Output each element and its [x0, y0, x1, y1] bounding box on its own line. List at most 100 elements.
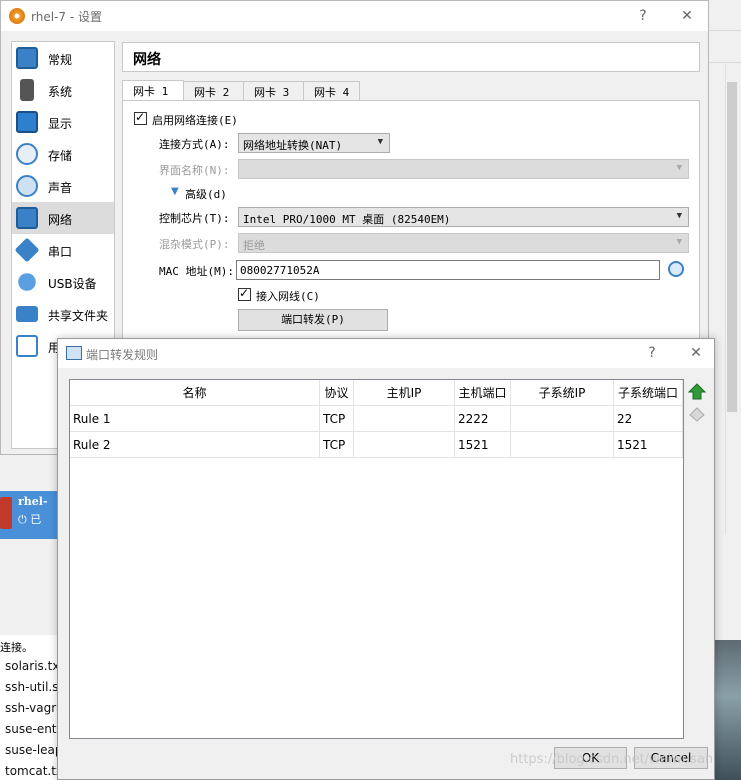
help-button[interactable]: ?	[633, 6, 653, 26]
chevron-down-icon: ▼	[377, 137, 383, 147]
settings-titlebar[interactable]: rhel-7 - 设置 ? ✕	[1, 1, 708, 31]
port-forwarding-button[interactable]: 端口转发(P)	[238, 309, 388, 331]
category-network[interactable]: 网络	[12, 202, 114, 234]
enable-adapter-label: 启用网络连接(E)	[152, 114, 238, 127]
category-label: 声音	[48, 181, 73, 195]
port-forwarding-titlebar[interactable]: 端口转发规则 ? ✕	[58, 339, 714, 368]
category-label: 显示	[48, 117, 73, 131]
cell-name[interactable]: Rule 1	[70, 406, 320, 432]
close-button[interactable]: ✕	[677, 6, 697, 26]
column-header-host-port[interactable]: 主机端口	[455, 380, 511, 406]
category-label: 常规	[48, 53, 73, 67]
cell-protocol[interactable]: TCP	[320, 406, 354, 432]
category-usb[interactable]: USB设备	[12, 266, 114, 298]
help-button[interactable]: ?	[642, 343, 662, 363]
file-item[interactable]: tomcat.tx	[5, 764, 63, 778]
attached-to-select[interactable]: 网络地址转换(NAT) ▼	[238, 133, 390, 153]
audio-icon	[16, 175, 38, 197]
vm-os-icon	[0, 497, 12, 529]
tab-adapter-2[interactable]: 网卡 2	[183, 81, 244, 101]
column-header-guest-port[interactable]: 子系统端口	[614, 380, 683, 406]
cell-guest-port[interactable]: 22	[614, 406, 683, 432]
category-label: 网络	[48, 213, 73, 227]
cell-guest-ip[interactable]	[511, 432, 614, 458]
virtualbox-app-icon	[9, 8, 25, 24]
cell-host-port[interactable]: 2222	[455, 406, 511, 432]
cable-connected-label: 接入网线(C)	[256, 290, 320, 303]
mac-address-input[interactable]: 08002771052A	[236, 260, 660, 280]
file-list: 连接。 solaris.tx ssh-util.sl ssh-vagra sus…	[0, 635, 64, 780]
category-shared-folders[interactable]: 共享文件夹	[12, 298, 114, 330]
expand-triangle-icon[interactable]: ▼	[171, 186, 179, 197]
cell-guest-port[interactable]: 1521	[614, 432, 683, 458]
file-item[interactable]: suse-leap	[5, 743, 63, 757]
cell-host-ip[interactable]	[354, 432, 455, 458]
remove-rule-icon[interactable]	[688, 405, 706, 423]
port-forwarding-dialog: 端口转发规则 ? ✕ 名称 协议 主机IP 主机端口 子系统IP 子系统端口 R…	[57, 338, 715, 780]
category-display[interactable]: 显示	[12, 106, 114, 138]
file-item[interactable]: solaris.tx	[5, 659, 59, 673]
enable-adapter-checkbox[interactable]	[134, 110, 147, 125]
chevron-down-icon: ▼	[676, 163, 682, 173]
port-forwarding-icon	[66, 346, 82, 360]
port-forwarding-title: 端口转发规则	[86, 348, 159, 362]
status-text: 连接。	[0, 641, 33, 654]
tab-adapter-1[interactable]: 网卡 1	[122, 80, 184, 101]
interface-name-select[interactable]: ▼	[238, 159, 689, 179]
watermark-text: https://blog.csdn.net/weiwusan	[510, 752, 714, 767]
storage-icon	[16, 143, 38, 165]
tab-adapter-4[interactable]: 网卡 4	[303, 81, 360, 101]
category-serial-port[interactable]: 串口	[12, 234, 114, 266]
shared-folder-icon	[16, 306, 38, 322]
add-rule-icon[interactable]	[688, 383, 706, 401]
cell-guest-ip[interactable]	[511, 406, 614, 432]
power-icon: ⏻	[18, 513, 27, 526]
cell-protocol[interactable]: TCP	[320, 432, 354, 458]
refresh-mac-icon[interactable]	[668, 261, 684, 277]
network-icon	[16, 207, 38, 229]
interface-name-label: 界面名称(N):	[159, 164, 230, 177]
file-item[interactable]: ssh-vagra	[5, 701, 63, 715]
cable-connected-checkbox[interactable]	[238, 286, 251, 301]
close-button[interactable]: ✕	[686, 343, 706, 363]
file-item[interactable]: ssh-util.sl	[5, 680, 62, 694]
file-item[interactable]: suse-ente	[5, 722, 64, 736]
category-system[interactable]: 系统	[12, 74, 114, 106]
adapter-type-select[interactable]: Intel PRO/1000 MT 桌面 (82540EM) ▼	[238, 207, 689, 227]
vm-name: rhel-	[18, 495, 48, 508]
category-label: 共享文件夹	[48, 309, 109, 323]
tab-adapter-3[interactable]: 网卡 3	[243, 81, 304, 101]
category-label: 串口	[48, 245, 73, 259]
advanced-toggle[interactable]: 高级(d)	[185, 186, 227, 202]
category-general[interactable]: 常规	[12, 42, 114, 74]
category-storage[interactable]: 存储	[12, 138, 114, 170]
general-icon	[16, 47, 38, 69]
column-header-protocol[interactable]: 协议	[320, 380, 354, 406]
cell-host-port[interactable]: 1521	[455, 432, 511, 458]
category-audio[interactable]: 声音	[12, 170, 114, 202]
page-title-box: 网络	[122, 42, 700, 72]
attached-to-label: 连接方式(A):	[159, 138, 230, 151]
promiscuous-mode-select[interactable]: 拒绝 ▼	[238, 233, 689, 253]
system-icon	[20, 79, 34, 101]
vm-list-item[interactable]: rhel- ⏻ 已	[0, 491, 60, 539]
category-label: USB设备	[48, 277, 97, 291]
column-header-name[interactable]: 名称	[70, 380, 320, 406]
page-title: 网络	[133, 52, 161, 68]
display-icon	[16, 111, 38, 133]
column-header-host-ip[interactable]: 主机IP	[354, 380, 455, 406]
settings-window-title: rhel-7 - 设置	[31, 10, 102, 24]
adapter-type-label: 控制芯片(T):	[159, 212, 230, 225]
vm-state: ⏻ 已	[18, 513, 42, 526]
promiscuous-mode-label: 混杂模式(P):	[159, 238, 230, 251]
chevron-down-icon: ▼	[676, 237, 682, 247]
rules-table: 名称 协议 主机IP 主机端口 子系统IP 子系统端口 Rule 1 TCP 2…	[69, 379, 684, 739]
column-header-guest-ip[interactable]: 子系统IP	[511, 380, 614, 406]
cell-name[interactable]: Rule 2	[70, 432, 320, 458]
background-scrollbar-thumb[interactable]	[727, 82, 737, 412]
user-interface-icon	[16, 335, 38, 357]
chevron-down-icon: ▼	[676, 211, 682, 221]
cell-host-ip[interactable]	[354, 406, 455, 432]
category-label: 存储	[48, 149, 73, 163]
mac-address-label: MAC 地址(M):	[159, 265, 234, 278]
